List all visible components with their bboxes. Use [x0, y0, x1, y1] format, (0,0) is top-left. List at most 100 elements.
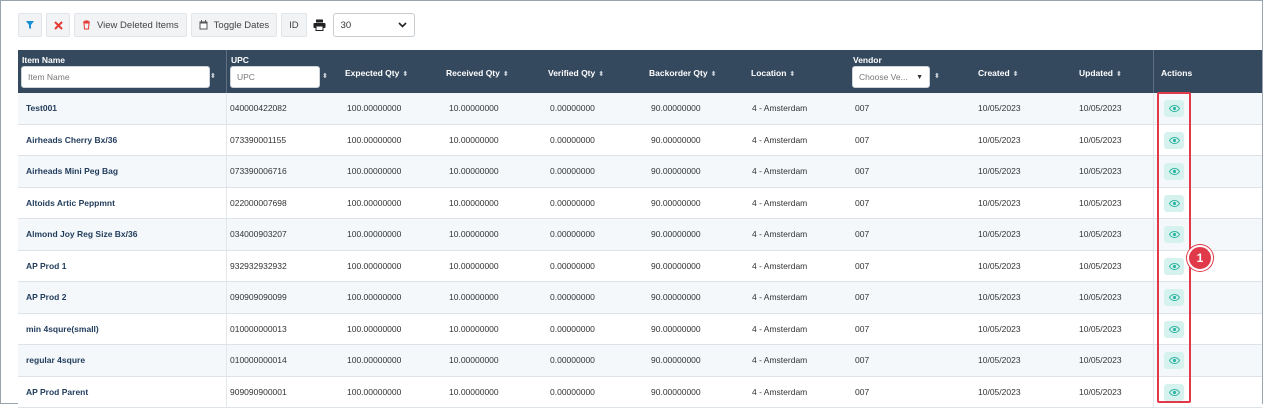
column-vendor-label: Vendor — [853, 55, 882, 65]
cell-updated: 10/05/2023 — [1079, 345, 1122, 376]
cell-received-qty: 10.00000000 — [449, 125, 499, 156]
cell-created: 10/05/2023 — [978, 282, 1021, 313]
sort-icon[interactable]: ⬍ — [503, 70, 509, 78]
cell-upc: 909090900001 — [230, 377, 287, 408]
table-row[interactable]: AP Prod 1932932932932100.0000000010.0000… — [18, 251, 1262, 283]
cell-upc: 022000007698 — [230, 188, 287, 219]
cell-created: 10/05/2023 — [978, 219, 1021, 250]
column-received-qty[interactable]: Received Qty⬍ — [442, 50, 537, 93]
cell-created: 10/05/2023 — [978, 251, 1021, 282]
toggle-dates-label: Toggle Dates — [214, 20, 269, 31]
cell-verified-qty: 0.00000000 — [550, 377, 595, 408]
cell-received-qty: 10.00000000 — [449, 377, 499, 408]
page-size-select[interactable]: 30 — [333, 13, 415, 37]
cell-backorder-qty: 90.00000000 — [651, 377, 701, 408]
sort-icon[interactable]: ⬍ — [598, 70, 604, 78]
upc-filter-input[interactable]: UPC — [230, 66, 320, 88]
column-divider — [1153, 377, 1154, 408]
column-divider — [1153, 188, 1154, 219]
cell-vendor: 007 — [855, 251, 869, 282]
cell-verified-qty: 0.00000000 — [550, 251, 595, 282]
cell-expected-qty: 100.00000000 — [347, 125, 401, 156]
sort-icon[interactable]: ⬍ — [210, 72, 216, 80]
toolbar: View Deleted Items Toggle Dates ID 30 — [18, 12, 415, 38]
column-divider — [226, 251, 227, 282]
print-button[interactable] — [311, 13, 329, 37]
table-row[interactable]: Airheads Mini Peg Bag073390006716100.000… — [18, 156, 1262, 188]
column-divider — [1153, 282, 1154, 313]
close-icon — [54, 21, 63, 30]
column-created[interactable]: Created⬍ — [974, 50, 1064, 93]
column-updated[interactable]: Updated⬍ — [1075, 50, 1155, 93]
cell-received-qty: 10.00000000 — [449, 314, 499, 345]
cell-item-name[interactable]: AP Prod Parent — [26, 377, 88, 408]
column-actions-label: Actions — [1161, 68, 1192, 78]
view-deleted-items-button[interactable]: View Deleted Items — [74, 13, 187, 37]
cell-vendor: 007 — [855, 219, 869, 250]
cell-received-qty: 10.00000000 — [449, 251, 499, 282]
cell-item-name[interactable]: AP Prod 1 — [26, 251, 66, 282]
calendar-icon — [199, 20, 208, 30]
cell-item-name[interactable]: Airheads Cherry Bx/36 — [26, 125, 117, 156]
cell-expected-qty: 100.00000000 — [347, 377, 401, 408]
cell-created: 10/05/2023 — [978, 93, 1021, 124]
sort-icon[interactable]: ⬍ — [1116, 70, 1122, 78]
sort-icon[interactable]: ⬍ — [789, 70, 795, 78]
cell-vendor: 007 — [855, 156, 869, 187]
column-divider — [226, 93, 227, 124]
cell-upc: 073390006716 — [230, 156, 287, 187]
sort-icon[interactable]: ⬍ — [1013, 70, 1019, 78]
cell-expected-qty: 100.00000000 — [347, 219, 401, 250]
toggle-dates-button[interactable]: Toggle Dates — [191, 13, 277, 37]
cell-updated: 10/05/2023 — [1079, 125, 1122, 156]
cell-item-name[interactable]: AP Prod 2 — [26, 282, 66, 313]
column-item-name-label: Item Name — [22, 55, 65, 65]
cell-expected-qty: 100.00000000 — [347, 314, 401, 345]
cell-received-qty: 10.00000000 — [449, 345, 499, 376]
table-row[interactable]: Airheads Cherry Bx/36073390001155100.000… — [18, 125, 1262, 157]
table-row[interactable]: Test001040000422082100.0000000010.000000… — [18, 93, 1262, 125]
cell-item-name[interactable]: Airheads Mini Peg Bag — [26, 156, 118, 187]
table-row[interactable]: min 4squre(small)010000000013100.0000000… — [18, 314, 1262, 346]
cell-verified-qty: 0.00000000 — [550, 345, 595, 376]
cell-received-qty: 10.00000000 — [449, 282, 499, 313]
cell-expected-qty: 100.00000000 — [347, 188, 401, 219]
sort-icon[interactable]: ⬍ — [934, 72, 940, 80]
cell-received-qty: 10.00000000 — [449, 188, 499, 219]
column-created-label: Created — [978, 68, 1010, 78]
cell-item-name[interactable]: regular 4squre — [26, 345, 85, 376]
sort-icon[interactable]: ⬍ — [402, 70, 408, 78]
cell-vendor: 007 — [855, 282, 869, 313]
cell-location: 4 - Amsterdam — [752, 93, 807, 124]
cell-item-name[interactable]: Test001 — [26, 93, 57, 124]
cell-received-qty: 10.00000000 — [449, 93, 499, 124]
column-divider — [1153, 219, 1154, 250]
view-deleted-items-label: View Deleted Items — [97, 20, 179, 31]
item-name-filter-input[interactable]: Item Name — [21, 66, 210, 88]
sort-icon[interactable]: ⬍ — [322, 72, 328, 80]
column-divider — [226, 345, 227, 376]
column-backorder-qty[interactable]: Backorder Qty⬍ — [645, 50, 745, 93]
cell-item-name[interactable]: min 4squre(small) — [26, 314, 99, 345]
vendor-filter-select[interactable]: Choose Ve... ▼ — [852, 66, 930, 88]
id-toggle-button[interactable]: ID — [281, 13, 307, 37]
actions-highlight-box — [1157, 92, 1191, 403]
table-row[interactable]: regular 4squre010000000014100.0000000010… — [18, 345, 1262, 377]
cell-item-name[interactable]: Almond Joy Reg Size Bx/36 — [26, 219, 137, 250]
column-verified-qty[interactable]: Verified Qty⬍ — [544, 50, 639, 93]
sort-icon[interactable]: ⬍ — [711, 70, 717, 78]
column-expected-qty[interactable]: Expected Qty⬍ — [341, 50, 436, 93]
print-icon — [313, 19, 326, 31]
table-row[interactable]: Almond Joy Reg Size Bx/36034000903207100… — [18, 219, 1262, 251]
table-row[interactable]: AP Prod Parent 909090900001 100.00000000 10… — [18, 377, 1262, 408]
column-location-label: Location — [751, 68, 786, 78]
cell-item-name[interactable]: Altoids Artic Peppmnt — [26, 188, 115, 219]
table-row[interactable]: AP Prod 2090909090099100.0000000010.0000… — [18, 282, 1262, 314]
table-row[interactable]: Altoids Artic Peppmnt 022000007698 100.000… — [18, 188, 1262, 220]
clear-filters-button[interactable] — [46, 13, 70, 37]
cell-location: 4 - Amsterdam — [752, 377, 807, 408]
column-location[interactable]: Location⬍ — [747, 50, 842, 93]
cell-created: 10/05/2023 — [978, 377, 1021, 408]
cell-updated: 10/05/2023 — [1079, 251, 1122, 282]
filter-button[interactable] — [18, 13, 42, 37]
